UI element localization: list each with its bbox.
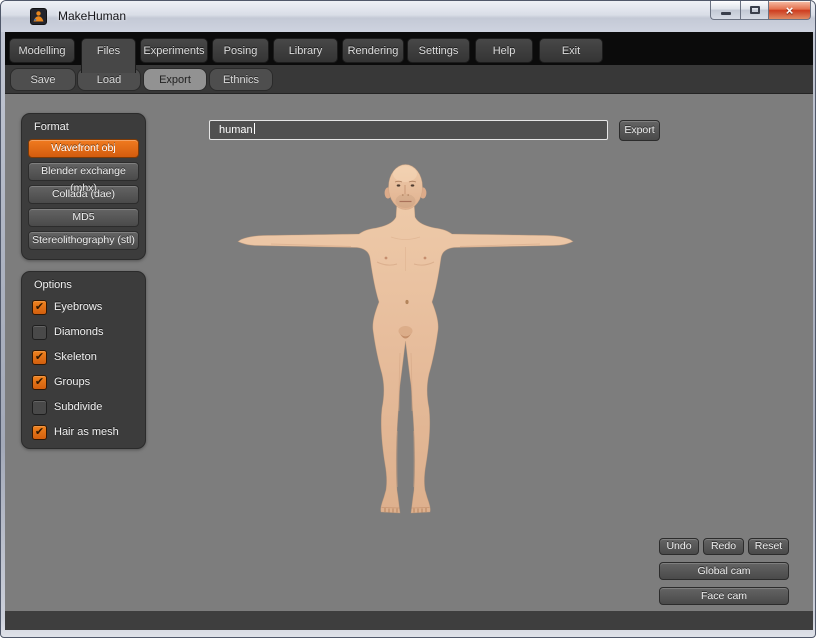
format-wavefront-obj-button[interactable]: Wavefront obj [28,139,139,158]
option-label: Diamonds [54,326,104,338]
tab-library[interactable]: Library [273,38,338,63]
minimize-icon [721,12,731,15]
format-blender-exchange-button[interactable]: Blender exchange (mhx) [28,162,139,181]
checkbox-checked-icon[interactable]: ✔ [32,375,47,390]
option-eyebrows[interactable]: ✔ Eyebrows [32,299,145,315]
option-diamonds[interactable]: Diamonds [32,324,145,340]
tab-posing[interactable]: Posing [212,38,269,63]
format-collada-button[interactable]: Collada (dae) [28,185,139,204]
status-strip [5,611,813,630]
tab-rendering[interactable]: Rendering [342,38,404,63]
options-panel-title: Options [22,272,145,299]
filename-value: human [219,124,253,136]
checkbox-checked-icon[interactable]: ✔ [32,425,47,440]
undo-button[interactable]: Undo [659,538,699,555]
option-skeleton[interactable]: ✔ Skeleton [32,349,145,365]
subtab-ethnics[interactable]: Ethnics [209,68,273,91]
checkbox-checked-icon[interactable]: ✔ [32,350,47,365]
main-menu-bar: Modelling Files Experiments Posing Libra… [5,32,813,65]
tab-exit[interactable]: Exit [539,38,603,63]
window-controls: × [710,1,811,20]
minimize-button[interactable] [710,1,740,20]
tab-files[interactable]: Files [81,38,136,73]
face-cam-button[interactable]: Face cam [659,587,789,605]
subtab-save[interactable]: Save [10,68,76,91]
window-title: MakeHuman [58,9,126,23]
tab-modelling[interactable]: Modelling [9,38,75,63]
maximize-button[interactable] [740,1,769,20]
format-panel: Format Wavefront obj Blender exchange (m… [21,113,146,260]
makehuman-window: MakeHuman × Modelling Files Experiments … [0,0,816,638]
reset-button[interactable]: Reset [748,538,789,555]
redo-button[interactable]: Redo [703,538,744,555]
option-label: Hair as mesh [54,426,119,438]
format-stereolithography-button[interactable]: Stereolithography (stl) [28,231,139,250]
global-cam-button[interactable]: Global cam [659,562,789,580]
filename-input[interactable]: human [209,120,608,140]
maximize-icon [750,6,760,14]
options-panel: Options ✔ Eyebrows Diamonds ✔ Skeleton ✔… [21,271,146,449]
human-model[interactable] [229,161,585,517]
option-label: Eyebrows [54,301,102,313]
option-label: Groups [54,376,90,388]
3d-viewport[interactable]: human Export Format Wavefront obj Blende… [5,94,813,611]
checkbox-checked-icon[interactable]: ✔ [32,300,47,315]
checkbox-unchecked-icon[interactable] [32,400,47,415]
option-label: Skeleton [54,351,97,363]
format-md5-button[interactable]: MD5 [28,208,139,227]
checkbox-unchecked-icon[interactable] [32,325,47,340]
makehuman-logo-icon [30,8,47,25]
format-panel-title: Format [22,114,145,139]
close-button[interactable]: × [769,1,811,20]
close-icon: × [786,3,794,18]
export-button[interactable]: Export [619,120,660,141]
tab-settings[interactable]: Settings [407,38,470,63]
option-label: Subdivide [54,401,102,413]
option-groups[interactable]: ✔ Groups [32,374,145,390]
option-hair-as-mesh[interactable]: ✔ Hair as mesh [32,424,145,440]
tab-experiments[interactable]: Experiments [140,38,208,63]
option-subdivide[interactable]: Subdivide [32,399,145,415]
title-bar[interactable]: MakeHuman × [1,1,816,32]
text-cursor [254,123,255,134]
subtab-export[interactable]: Export [143,68,207,91]
tab-help[interactable]: Help [475,38,533,63]
